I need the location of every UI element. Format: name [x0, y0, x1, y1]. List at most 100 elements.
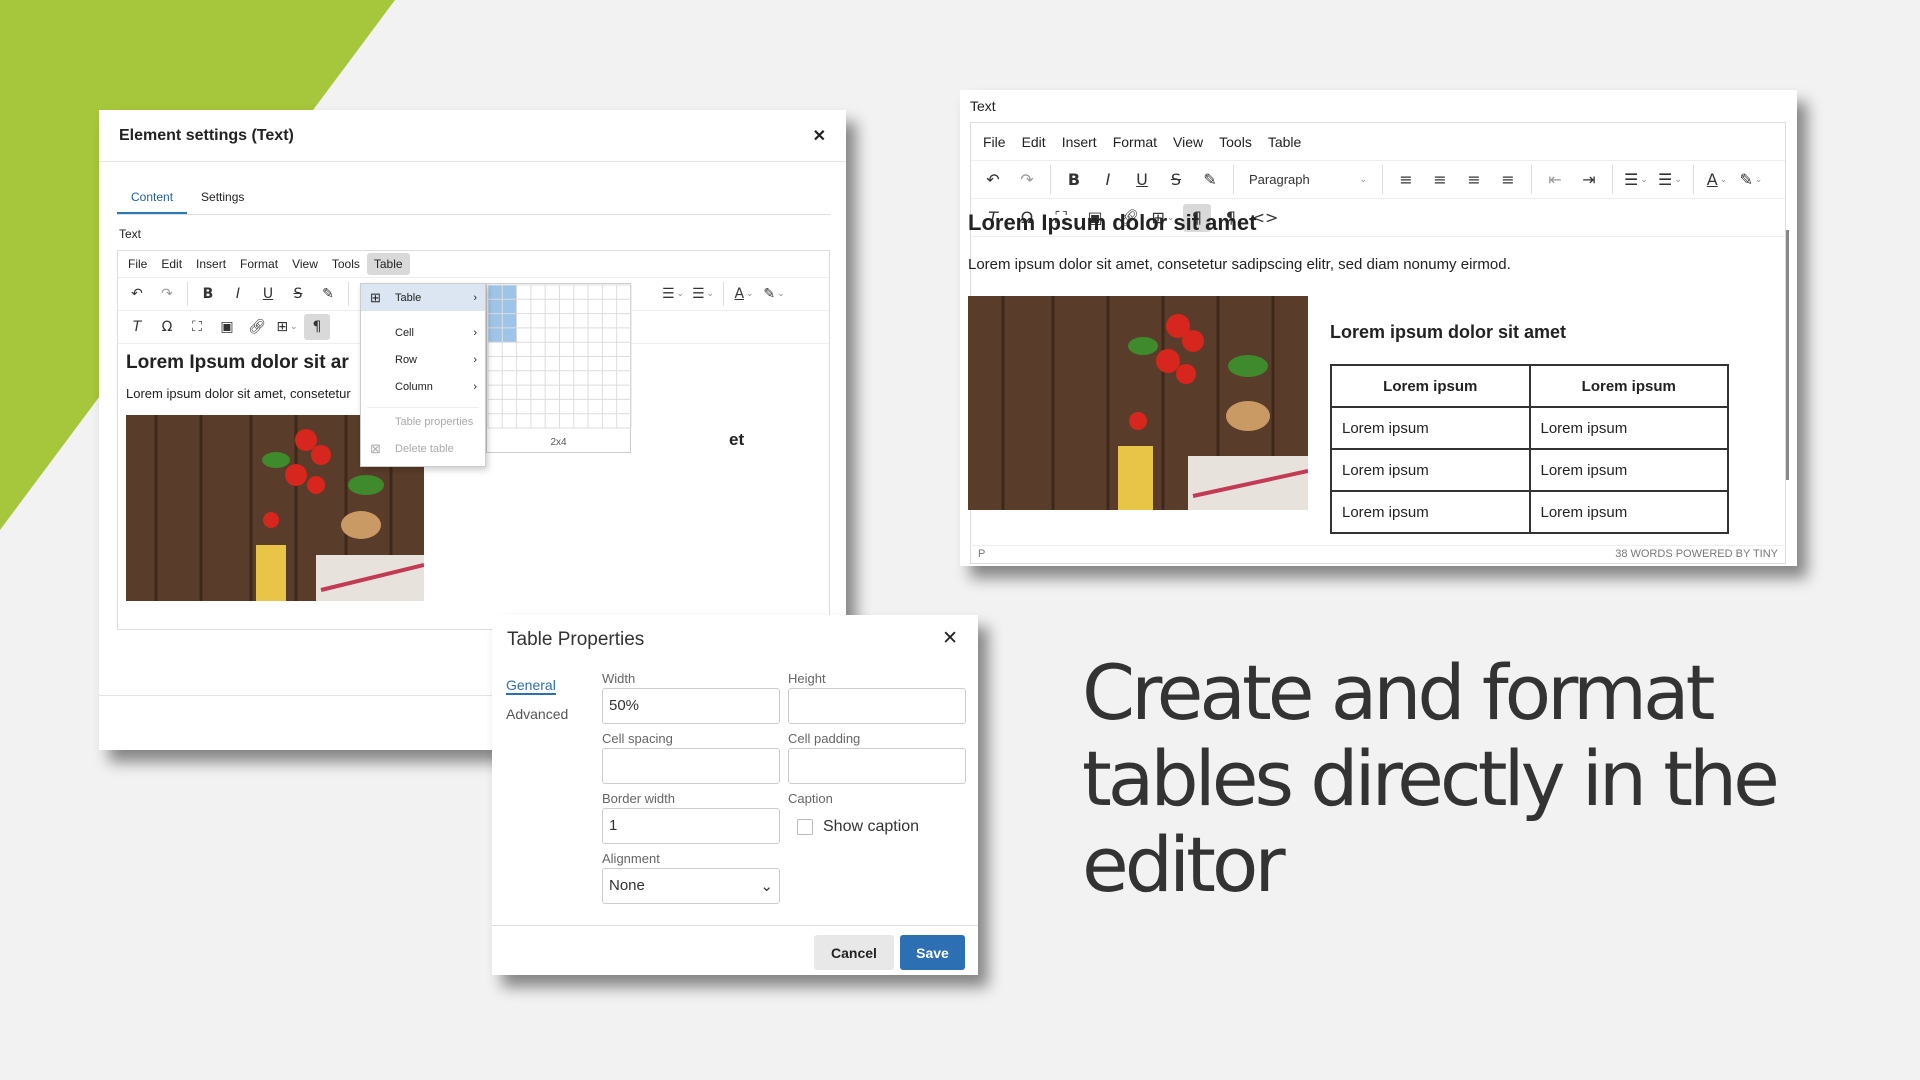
- menu-insert[interactable]: Insert: [189, 253, 233, 275]
- menu-item-delete-table: ⊠ Delete table: [370, 440, 454, 456]
- table-header-cell[interactable]: Lorem ipsum: [1528, 364, 1729, 408]
- menu-tools[interactable]: Tools: [325, 253, 367, 275]
- clear-format-icon[interactable]: T: [124, 314, 150, 340]
- text-color-icon[interactable]: A ⌄: [731, 281, 757, 307]
- lorem-table[interactable]: Lorem ipsum Lorem ipsum Lorem ipsum Lore…: [1330, 364, 1729, 534]
- border-width-label: Border width: [602, 791, 675, 806]
- undo-icon[interactable]: ↶: [124, 281, 150, 307]
- menu-format[interactable]: Format: [1105, 130, 1165, 154]
- menu-item-cell[interactable]: Cell ›: [361, 319, 485, 346]
- italic-icon[interactable]: I: [1094, 166, 1122, 194]
- table-cell[interactable]: Lorem ipsum: [1330, 406, 1531, 450]
- headline: Create and format tables directly in the…: [1082, 648, 1780, 909]
- height-field[interactable]: [788, 688, 966, 724]
- menu-tools[interactable]: Tools: [1211, 130, 1260, 154]
- border-width-field[interactable]: 1: [602, 808, 780, 844]
- status-path[interactable]: P: [978, 548, 985, 561]
- checkbox-box[interactable]: [797, 819, 813, 835]
- menu-file[interactable]: File: [975, 130, 1014, 154]
- redo-icon[interactable]: ↷: [154, 281, 180, 307]
- show-caption-checkbox[interactable]: Show caption: [797, 818, 919, 836]
- align-left-icon[interactable]: ≡: [1392, 166, 1420, 194]
- table-cell[interactable]: Lorem ipsum: [1528, 448, 1729, 492]
- highlight-icon[interactable]: ✎: [1196, 166, 1224, 194]
- chevron-down-icon: ⌄: [1359, 174, 1367, 184]
- nav-general[interactable]: General: [506, 677, 556, 695]
- text-label: Text: [970, 98, 996, 114]
- background-color-icon[interactable]: ✎ ⌄: [1737, 166, 1765, 194]
- chevron-down-icon: ⌄: [760, 878, 773, 895]
- menu-edit[interactable]: Edit: [1014, 130, 1054, 154]
- alignment-select[interactable]: None ⌄: [602, 868, 780, 904]
- menu-file[interactable]: File: [121, 253, 154, 275]
- cancel-button[interactable]: Cancel: [814, 935, 894, 970]
- width-field[interactable]: 50%: [602, 688, 780, 724]
- indent-icon[interactable]: ⇥: [1575, 166, 1603, 194]
- food-image: [968, 296, 1308, 510]
- strikethrough-icon[interactable]: S: [285, 281, 311, 307]
- redo-icon[interactable]: ↷: [1013, 166, 1041, 194]
- menu-view[interactable]: View: [1165, 130, 1211, 154]
- table-icon[interactable]: ⊞ ⌄: [274, 314, 300, 340]
- italic-icon[interactable]: I: [225, 281, 251, 307]
- menu-insert[interactable]: Insert: [1054, 130, 1105, 154]
- bold-icon[interactable]: B: [195, 281, 221, 307]
- table-cell[interactable]: Lorem ipsum: [1528, 406, 1729, 450]
- bold-icon[interactable]: B: [1060, 166, 1088, 194]
- scrollbar[interactable]: [1786, 230, 1789, 480]
- table-size-grid[interactable]: 2x4: [486, 283, 632, 453]
- image-icon[interactable]: ▣: [214, 314, 240, 340]
- editor-content[interactable]: Lorem Ipsum dolor sit amet Lorem ipsum d…: [968, 210, 1758, 289]
- underline-icon[interactable]: U: [255, 281, 281, 307]
- table-properties-dialog: Table Properties ✕ General Advanced Widt…: [492, 615, 978, 975]
- menu-item-table[interactable]: ⊞ Table ›: [361, 284, 485, 311]
- table-header-row: Lorem ipsum Lorem ipsum: [1330, 364, 1729, 408]
- menu-format[interactable]: Format: [233, 253, 285, 275]
- dialog-title: Element settings (Text): [119, 126, 294, 144]
- close-icon[interactable]: ✕: [942, 627, 958, 650]
- background-color-icon[interactable]: ✎ ⌄: [761, 281, 787, 307]
- bullet-list-icon[interactable]: ☰ ⌄: [690, 281, 716, 307]
- align-center-icon[interactable]: ≡: [1426, 166, 1454, 194]
- align-justify-icon[interactable]: ≡: [1494, 166, 1522, 194]
- cell-spacing-field[interactable]: [602, 748, 780, 784]
- menu-item-column[interactable]: Column ›: [361, 373, 485, 400]
- outdent-icon[interactable]: ⇤: [1541, 166, 1569, 194]
- strikethrough-icon[interactable]: S: [1162, 166, 1190, 194]
- highlight-icon[interactable]: ✎: [315, 281, 341, 307]
- special-char-icon[interactable]: Ω: [154, 314, 180, 340]
- nav-advanced[interactable]: Advanced: [506, 700, 568, 729]
- menu-view[interactable]: View: [285, 253, 325, 275]
- underline-icon[interactable]: U: [1128, 166, 1156, 194]
- table-cell[interactable]: Lorem ipsum: [1330, 448, 1531, 492]
- paragraph-select[interactable]: Paragraph ⌄: [1243, 166, 1373, 194]
- word-count[interactable]: 38 WORDS POWERED BY TINY: [1615, 548, 1778, 561]
- save-button[interactable]: Save: [900, 935, 965, 970]
- menu-edit[interactable]: Edit: [154, 253, 189, 275]
- bullet-list-icon[interactable]: ☰ ⌄: [1656, 166, 1684, 194]
- menu-table[interactable]: Table: [366, 253, 410, 275]
- dialog-header: Element settings (Text) ✕: [99, 110, 846, 162]
- menu-table[interactable]: Table: [1260, 130, 1309, 154]
- fullscreen-icon[interactable]: ⛶: [184, 314, 210, 340]
- undo-icon[interactable]: ↶: [979, 166, 1007, 194]
- link-icon[interactable]: 🔗︎: [244, 314, 270, 340]
- table-cell[interactable]: Lorem ipsum: [1330, 490, 1531, 534]
- close-icon[interactable]: ✕: [813, 126, 826, 146]
- ltr-icon[interactable]: ¶: [304, 314, 330, 340]
- menu-item-row[interactable]: Row ›: [361, 346, 485, 373]
- table-header-cell[interactable]: Lorem ipsum: [1330, 364, 1531, 408]
- tab-settings[interactable]: Settings: [187, 182, 258, 214]
- tab-content[interactable]: Content: [117, 182, 188, 214]
- grid-cells[interactable]: [487, 284, 632, 434]
- numbered-list-icon[interactable]: ☰ ⌄: [1622, 166, 1650, 194]
- alignment-label: Alignment: [602, 851, 660, 866]
- align-right-icon[interactable]: ≡: [1460, 166, 1488, 194]
- numbered-list-icon[interactable]: ☰ ⌄: [660, 281, 686, 307]
- text-color-icon[interactable]: A ⌄: [1703, 166, 1731, 194]
- cell-padding-field[interactable]: [788, 748, 966, 784]
- cell-padding-label: Cell padding: [788, 731, 861, 746]
- table-cell[interactable]: Lorem ipsum: [1528, 490, 1729, 534]
- editor-menubar: File Edit Insert Format View Tools Table: [971, 123, 1785, 161]
- table-row: Lorem ipsum Lorem ipsum: [1330, 448, 1729, 492]
